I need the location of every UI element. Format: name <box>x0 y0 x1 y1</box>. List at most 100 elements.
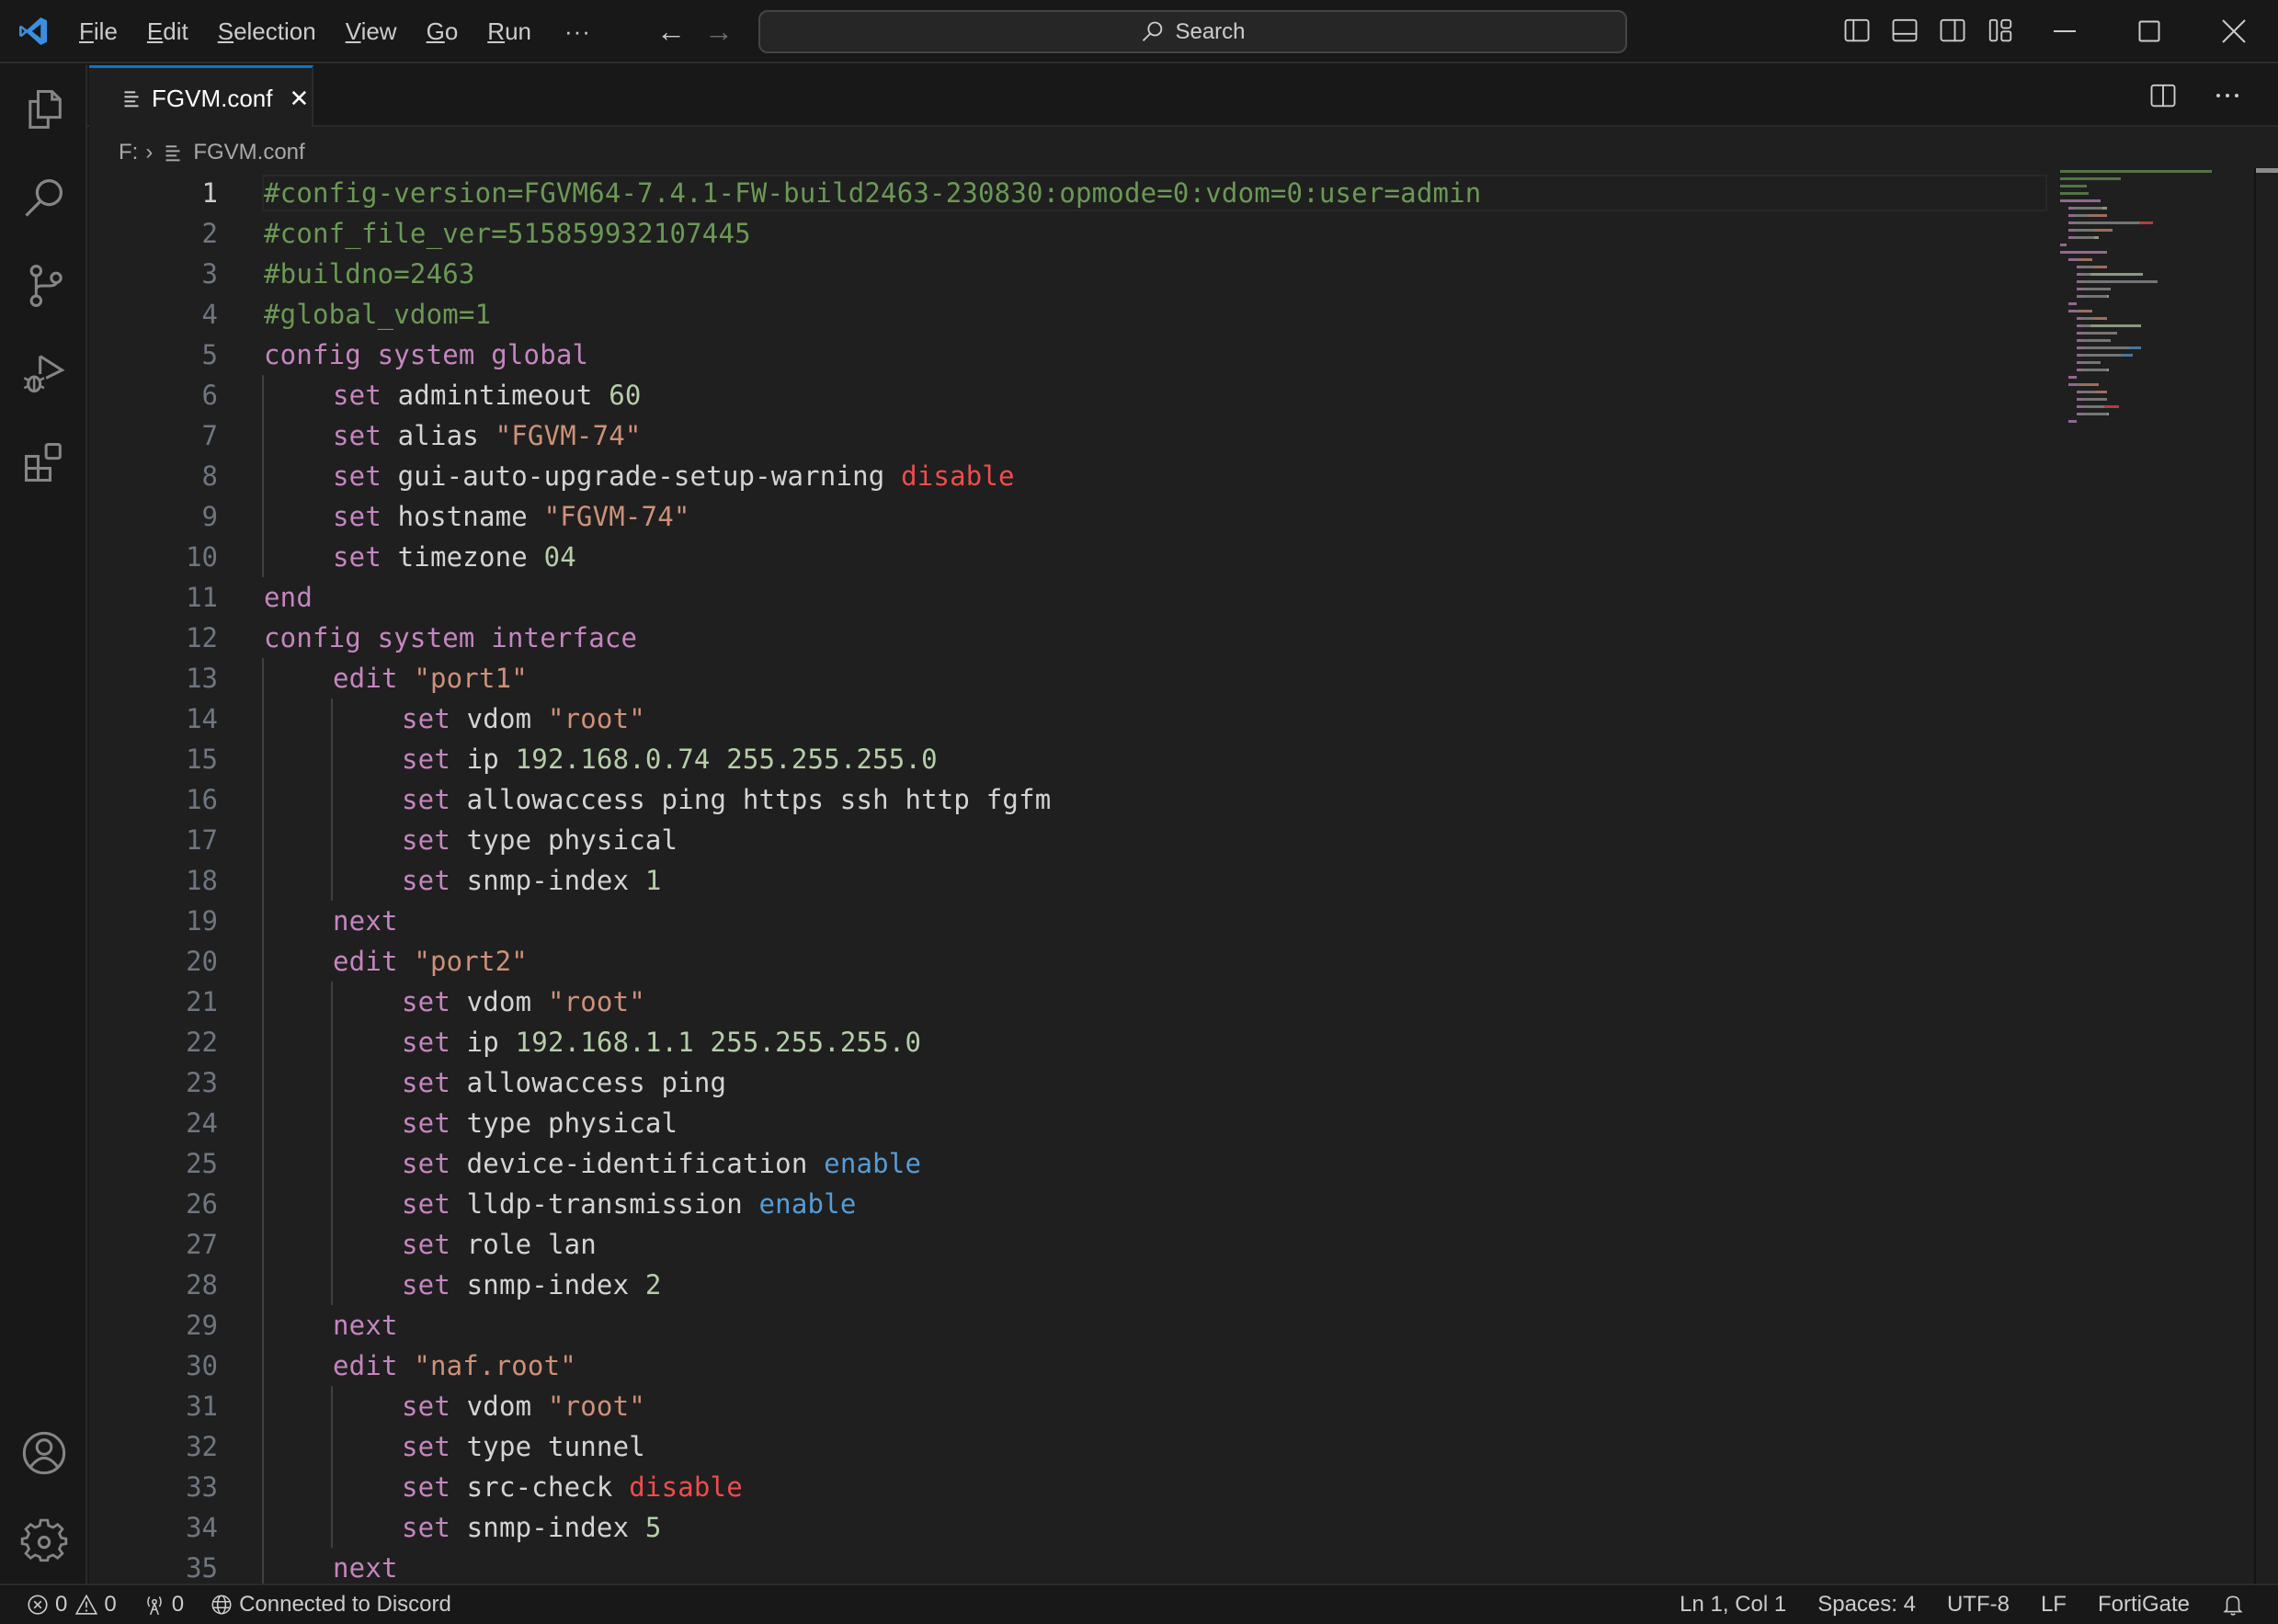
code-line[interactable]: 17 set type physical <box>89 820 2047 860</box>
code-line[interactable]: 11 end <box>89 577 2047 618</box>
language-mode[interactable]: FortiGate <box>2098 1592 2190 1618</box>
minimap-token <box>2078 310 2093 312</box>
code-line[interactable]: 3 #buildno=2463 <box>89 254 2047 294</box>
token-kw: set <box>333 380 382 411</box>
code-line[interactable]: 8 set gui-auto-upgrade-setup-warning disa… <box>89 456 2047 496</box>
code-line[interactable]: 2 #conf_file_ver=515859932107445 <box>89 213 2047 254</box>
run-and-debug-icon[interactable] <box>20 350 68 398</box>
search-icon[interactable] <box>20 174 68 221</box>
code-line[interactable]: 31 set vdom "root" <box>89 1386 2047 1426</box>
menu-edit[interactable]: Edit <box>147 17 188 46</box>
code-line[interactable]: 21 set vdom "root" <box>89 982 2047 1022</box>
code-line[interactable]: 27 set role lan <box>89 1224 2047 1265</box>
maximize-icon[interactable] <box>2133 15 2166 48</box>
command-center-search[interactable]: Search <box>758 10 1627 53</box>
more-actions-icon[interactable] <box>2214 82 2241 109</box>
extensions-icon[interactable] <box>20 438 68 486</box>
code-line[interactable]: 23 set allowaccess ping <box>89 1062 2047 1103</box>
encoding[interactable]: UTF-8 <box>1947 1592 2010 1618</box>
code-line[interactable]: 34 set snmp-index 5 <box>89 1507 2047 1548</box>
ports-status[interactable]: 0 <box>142 1592 184 1618</box>
toggle-panel-icon[interactable] <box>1891 17 1919 44</box>
end-of-line[interactable]: LF <box>2041 1592 2067 1618</box>
code-lines[interactable]: 1 #config-version=FGVM64-7.4.1-FW-build24… <box>89 173 2047 1584</box>
menu-selection[interactable]: Selection <box>218 17 316 46</box>
indent-guide <box>331 1184 333 1224</box>
tab-fgvm-conf[interactable]: FGVM.conf ✕ <box>89 65 313 129</box>
minimap-line <box>2047 367 2254 374</box>
token-str: "port1" <box>414 663 528 694</box>
discord-status[interactable]: Connected to Discord <box>210 1592 451 1618</box>
menu-run[interactable]: Run <box>487 17 531 46</box>
file-lines-icon <box>165 145 180 162</box>
indent-guide <box>262 779 264 820</box>
vertical-scrollbar[interactable] <box>2254 168 2278 1584</box>
code-line[interactable]: 25 set device-identification enable <box>89 1143 2047 1184</box>
minimap-token <box>2076 280 2083 283</box>
code-line[interactable]: 10 set timezone 04 <box>89 537 2047 577</box>
scrollbar-thumb[interactable] <box>2256 168 2278 173</box>
minimap-line <box>2047 411 2254 418</box>
menu-more-button[interactable]: ··· <box>564 17 591 46</box>
code-line[interactable]: 28 set snmp-index 2 <box>89 1265 2047 1305</box>
code-line[interactable]: 18 set snmp-index 1 <box>89 860 2047 901</box>
customize-layout-icon[interactable] <box>1987 17 2014 44</box>
code-line[interactable]: 30 edit "naf.root" <box>89 1346 2047 1386</box>
code-line[interactable]: 32 set type tunnel <box>89 1426 2047 1467</box>
toggle-secondary-sidebar-icon[interactable] <box>1939 17 1966 44</box>
code-line[interactable]: 12 config system interface <box>89 618 2047 658</box>
tab-close-icon[interactable]: ✕ <box>289 85 309 113</box>
minimap-token <box>2074 229 2095 232</box>
code-line[interactable]: 16 set allowaccess ping https ssh http fg… <box>89 779 2047 820</box>
minimize-icon[interactable] <box>2048 15 2081 48</box>
minimap-line <box>2047 418 2254 426</box>
code-line[interactable]: 1 #config-version=FGVM64-7.4.1-FW-build24… <box>89 173 2047 213</box>
accounts-icon[interactable] <box>20 1429 68 1477</box>
code-line[interactable]: 26 set lldp-transmission enable <box>89 1184 2047 1224</box>
code-line[interactable]: 6 set admintimeout 60 <box>89 375 2047 415</box>
line-number: 15 <box>186 744 218 775</box>
indent-guide <box>331 982 333 1022</box>
cursor-position[interactable]: Ln 1, Col 1 <box>1680 1592 1786 1618</box>
code-line[interactable]: 24 set type physical <box>89 1103 2047 1143</box>
code-line[interactable]: 35 next <box>89 1548 2047 1584</box>
forward-arrow-icon[interactable]: → <box>704 15 734 49</box>
editor-area[interactable]: F: › FGVM.conf 1 #config-version=FGVM64-7… <box>89 127 2278 1584</box>
token-comment: #buildno=2463 <box>264 258 475 290</box>
code-line[interactable]: 14 set vdom "root" <box>89 698 2047 739</box>
code-line[interactable]: 20 edit "port2" <box>89 941 2047 982</box>
code-line[interactable]: 13 edit "port1" <box>89 658 2047 698</box>
code-line[interactable]: 33 set src-check disable <box>89 1467 2047 1507</box>
code-line[interactable]: 22 set ip 192.168.1.1 255.255.255.0 <box>89 1022 2047 1062</box>
close-window-icon[interactable] <box>2217 15 2250 48</box>
code-line[interactable]: 29 next <box>89 1305 2047 1346</box>
code-line[interactable]: 5 config system global <box>89 335 2047 375</box>
minimap-token <box>2067 229 2075 232</box>
notifications-bell[interactable] <box>2221 1593 2245 1617</box>
toggle-primary-sidebar-icon[interactable] <box>1843 17 1871 44</box>
breadcrumb-file[interactable]: FGVM.conf <box>193 140 304 165</box>
menu-file[interactable]: File <box>79 17 118 46</box>
settings-gear-icon[interactable] <box>20 1517 68 1565</box>
indent-guide <box>331 860 333 901</box>
code-line[interactable]: 7 set alias "FGVM-74" <box>89 415 2047 456</box>
layout-controls <box>1843 17 2014 44</box>
split-editor-icon[interactable] <box>2149 82 2177 109</box>
code-line[interactable]: 9 set hostname "FGVM-74" <box>89 496 2047 537</box>
code-line[interactable]: 4 #global_vdom=1 <box>89 294 2047 335</box>
back-arrow-icon[interactable]: ← <box>656 15 686 49</box>
minimap-token <box>2082 280 2158 283</box>
problems-status[interactable]: 0 0 <box>26 1592 117 1618</box>
source-control-icon[interactable] <box>20 262 68 310</box>
minimap[interactable] <box>2047 168 2254 1584</box>
broadcast-icon <box>146 1596 162 1616</box>
breadcrumb-drive[interactable]: F: <box>119 140 138 165</box>
code-line[interactable]: 19 next <box>89 901 2047 941</box>
explorer-icon[interactable] <box>20 85 68 133</box>
indentation[interactable]: Spaces: 4 <box>1817 1592 1916 1618</box>
token-kw: edit <box>333 1350 398 1381</box>
menu-view[interactable]: View <box>346 17 397 46</box>
menu-go[interactable]: Go <box>427 17 459 46</box>
menu-selection-label: election <box>233 17 316 45</box>
code-line[interactable]: 15 set ip 192.168.0.74 255.255.255.0 <box>89 739 2047 779</box>
